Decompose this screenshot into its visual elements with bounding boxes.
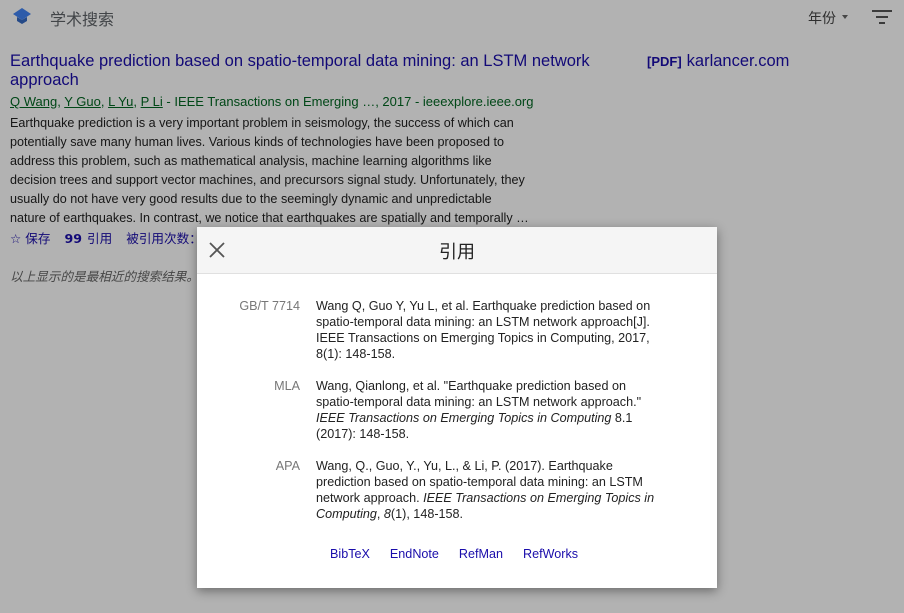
citation-table: GB/T 7714 Wang Q, Guo Y, Yu L, et al. Ea… <box>197 298 717 538</box>
export-links: BibTeX EndNote RefMan RefWorks <box>197 547 717 561</box>
page: 学术搜索 年份 Earthquake prediction based on s… <box>0 0 904 613</box>
export-refworks-link[interactable]: RefWorks <box>523 547 578 561</box>
citation-row-mla: MLA Wang, Qianlong, et al. "Earthquake p… <box>197 378 717 442</box>
export-bibtex-link[interactable]: BibTeX <box>330 547 370 561</box>
citation-text[interactable]: Wang, Q., Guo, Y., Yu, L., & Li, P. (201… <box>316 458 676 522</box>
citation-text[interactable]: Wang, Qianlong, et al. "Earthquake predi… <box>316 378 676 442</box>
cite-dialog: 引用 GB/T 7714 Wang Q, Guo Y, Yu L, et al.… <box>197 227 717 588</box>
citation-row-apa: APA Wang, Q., Guo, Y., Yu, L., & Li, P. … <box>197 458 717 522</box>
citation-text[interactable]: Wang Q, Guo Y, Yu L, et al. Earthquake p… <box>316 298 676 362</box>
citation-format-label: APA <box>275 459 300 473</box>
citation-row-gbt: GB/T 7714 Wang Q, Guo Y, Yu L, et al. Ea… <box>197 298 717 362</box>
dialog-header: 引用 <box>197 227 717 274</box>
citation-format-label: MLA <box>274 379 300 393</box>
citation-format-label: GB/T 7714 <box>239 299 300 313</box>
export-endnote-link[interactable]: EndNote <box>390 547 439 561</box>
dialog-title: 引用 <box>439 242 475 263</box>
export-refman-link[interactable]: RefMan <box>459 547 503 561</box>
